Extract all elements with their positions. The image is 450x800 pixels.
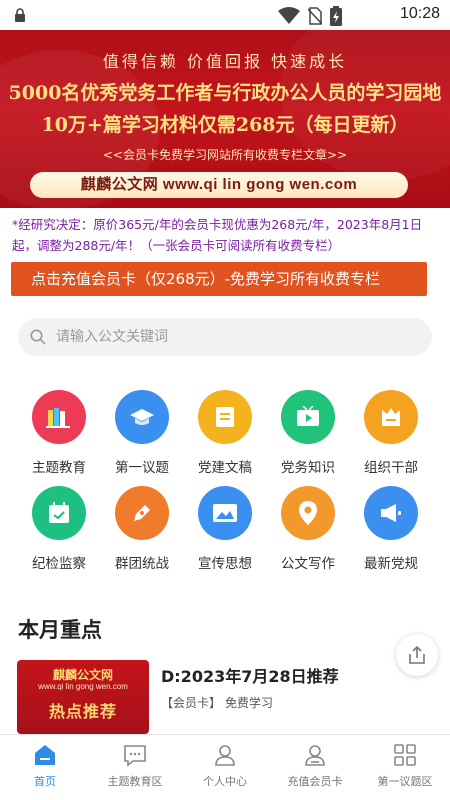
grid-icon [394, 744, 416, 766]
section-title: 本月重点 [18, 618, 102, 642]
nav-theme-education[interactable]: 主题教育区 [90, 735, 180, 800]
price-notice: *经研究决定：原价365元/年的会员卡现优惠为268元/年，2023年8月1日起… [12, 217, 423, 253]
banner-site-name: 麒麟公文网 www.qi lin gong wen.com [30, 172, 408, 198]
status-bar: 10:28 [0, 0, 450, 30]
thumb-url: www.qi lin gong wen.com [38, 682, 128, 691]
category-label: 宣传思想 [198, 556, 252, 572]
search-input[interactable] [56, 329, 396, 345]
article-tag: 【会员卡】 [161, 696, 222, 710]
calendar-icon [32, 486, 86, 540]
nav-first-topic[interactable]: 第一议题区 [360, 735, 450, 800]
nav-label: 首页 [34, 775, 56, 788]
nav-home[interactable]: 首页 [0, 735, 90, 800]
nav-profile[interactable]: 个人中心 [180, 735, 270, 800]
thumb-brand: 麒麟公文网 [52, 668, 113, 682]
nav-label: 个人中心 [203, 775, 247, 788]
category-label: 主题教育 [32, 460, 86, 476]
bottom-nav: 首页 主题教育区 个人中心 充值会员卡 第一议题区 [0, 734, 450, 800]
thumb-caption: 热点推荐 [48, 702, 117, 721]
category-mass-united-front[interactable]: 群团统战 [97, 486, 187, 572]
article-thumbnail: 麒麟公文网 www.qi lin gong wen.com 热点推荐 [17, 660, 149, 734]
category-label: 党建文稿 [198, 460, 252, 476]
megaphone-icon [364, 486, 418, 540]
category-document-writing[interactable]: 公文写作 [263, 486, 353, 572]
category-label: 党务知识 [281, 460, 335, 476]
article-card[interactable]: 麒麟公文网 www.qi lin gong wen.com 热点推荐 D:202… [17, 660, 437, 734]
nav-label: 第一议题区 [377, 775, 433, 788]
recharge-member-card-button[interactable]: 点击充值会员卡（仅268元）-免费学习所有收费专栏 [11, 262, 427, 296]
image-icon [198, 486, 252, 540]
category-label: 纪检监察 [32, 556, 86, 572]
nav-label: 主题教育区 [107, 775, 163, 788]
search-icon [30, 329, 46, 345]
document-icon [198, 390, 252, 444]
category-discipline-inspection[interactable]: 纪检监察 [14, 486, 104, 572]
clock: 10:28 [399, 5, 440, 22]
category-latest-regulations[interactable]: 最新党规 [346, 486, 436, 572]
category-label: 第一议题 [115, 460, 169, 476]
nav-recharge[interactable]: 充值会员卡 [270, 735, 360, 800]
category-label: 组织干部 [364, 460, 418, 476]
user-icon [215, 745, 235, 766]
category-organization-cadres[interactable]: 组织干部 [346, 390, 436, 476]
battery-icon [330, 6, 342, 26]
banner-member-note: <<会员卡免费学习网站所有收费专栏文章>> [102, 148, 348, 162]
lock-icon [15, 8, 25, 22]
chat-icon [124, 745, 146, 767]
category-label: 群团统战 [115, 556, 169, 572]
category-first-topic[interactable]: 第一议题 [97, 390, 187, 476]
category-theme-education[interactable]: 主题教育 [14, 390, 104, 476]
pen-icon [115, 486, 169, 540]
category-label: 公文写作 [281, 556, 335, 572]
category-party-drafts[interactable]: 党建文稿 [180, 390, 270, 476]
category-propaganda-thought[interactable]: 宣传思想 [180, 486, 270, 572]
article-tag-free: 免费学习 [225, 696, 274, 710]
graduation-cap-icon [115, 390, 169, 444]
location-pin-icon [281, 486, 335, 540]
category-label: 最新党规 [364, 556, 418, 572]
banner-tagline: 值得信赖 价值回报 快速成长 [102, 52, 348, 71]
category-party-knowledge[interactable]: 党务知识 [263, 390, 353, 476]
books-icon [32, 390, 86, 444]
video-icon [281, 390, 335, 444]
member-icon [305, 745, 325, 766]
search-bar[interactable] [18, 318, 432, 356]
article-meta: 【会员卡】 免费学习 [161, 694, 277, 711]
article-title: D:2023年7月28日推荐 [161, 667, 339, 686]
banner-headline: 5000名优秀党务工作者与行政办公人员的学习园地 [8, 82, 442, 104]
nav-label: 充值会员卡 [287, 775, 343, 788]
home-icon [35, 745, 55, 765]
banner-price-line: 10万+篇学习材料仅需268元（每日更新） [41, 114, 409, 136]
crown-icon [364, 390, 418, 444]
promo-banner[interactable]: 值得信赖 价值回报 快速成长 5000名优秀党务工作者与行政办公人员的学习园地 … [0, 30, 450, 208]
no-sim-icon [308, 7, 322, 25]
wifi-icon [278, 7, 300, 24]
